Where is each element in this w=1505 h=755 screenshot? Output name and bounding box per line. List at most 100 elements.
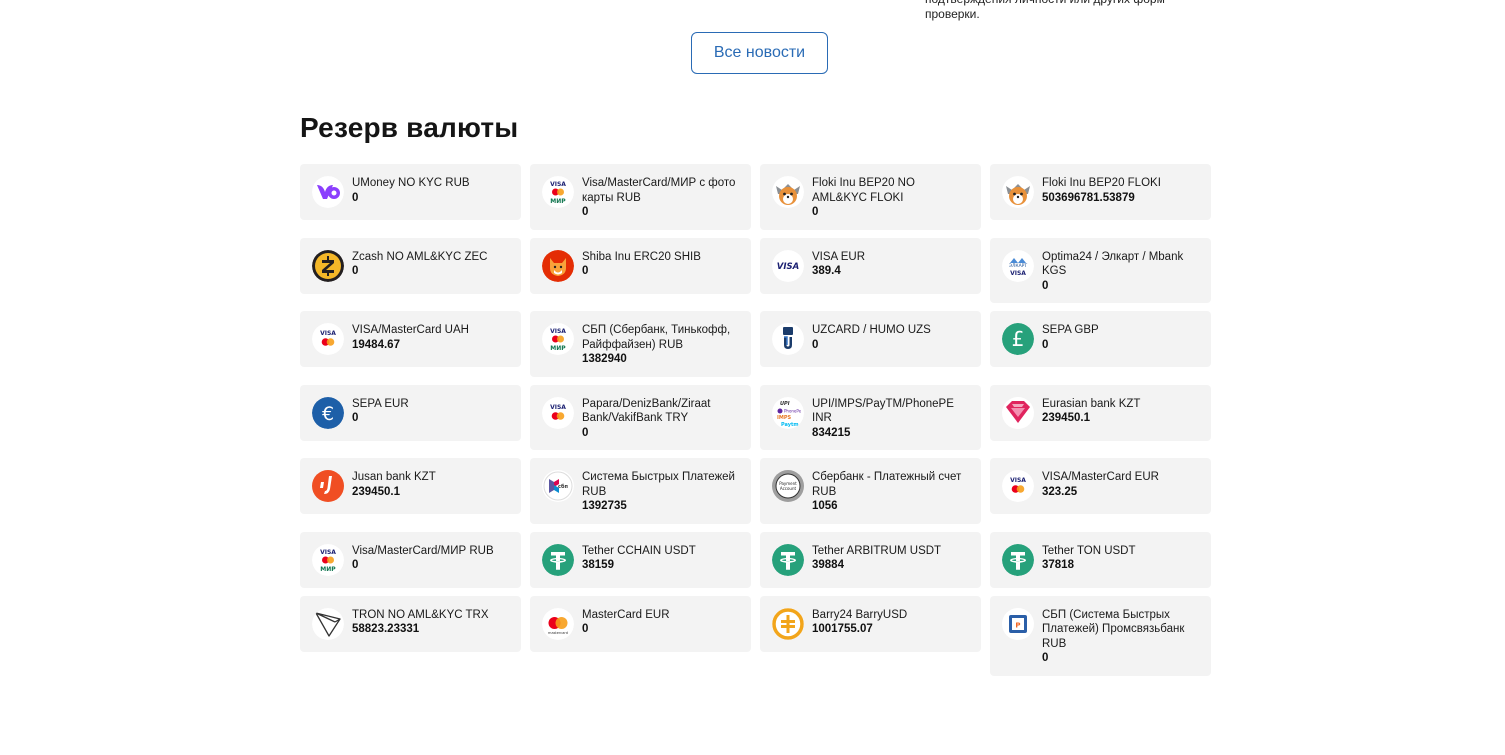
reserve-amount: 39884 — [812, 559, 844, 571]
currency-name: Eurasian bank KZT — [1042, 397, 1141, 410]
reserve-amount: 0 — [352, 559, 359, 571]
currency-name: UPI/IMPS/PayTM/PhonePE INR — [812, 397, 954, 425]
reserve-amount: 0 — [582, 623, 589, 635]
currency-card[interactable]: UZCARD / HUMO UZS 0 — [760, 311, 981, 367]
zcash-icon — [312, 249, 344, 282]
svg-text:£: £ — [1012, 327, 1025, 351]
currency-name: Сбербанк - Платежный счет RUB — [812, 471, 962, 498]
currency-card[interactable]: VISA VISA/MasterCard UAH 19484.67 — [300, 311, 521, 367]
visa-mastercard-icon: VISA — [1002, 470, 1034, 502]
currency-name: Visa/MasterCard/МИР с фото карты RUB — [582, 177, 736, 204]
reserve-amount: 19484.67 — [352, 338, 400, 351]
reserve-amount: 834215 — [812, 426, 851, 439]
currency-card[interactable]: mastercard MasterCard EUR 0 — [530, 595, 751, 652]
reserve-amount: 38159 — [582, 559, 614, 571]
currency-name: TRON NO AML&KYC TRX — [352, 608, 489, 621]
reserve-amount: 0 — [352, 191, 359, 204]
currency-card[interactable]: VISA МИР Visa/MasterCard/МИР с фото карты … — [530, 164, 751, 230]
currency-card[interactable]: Floki Inu BEP20 NO AML&KYC FLOKI 0 — [760, 164, 981, 230]
upi-icon: UPI PhonePe IMPS Paytm — [772, 396, 804, 429]
reserve-amount: 1382940 — [582, 353, 627, 365]
reserve-amount: 1392735 — [582, 500, 627, 512]
svg-text:VISA: VISA — [1010, 477, 1026, 484]
svg-text:Account: Account — [780, 486, 797, 491]
psb-icon: Р — [1002, 607, 1034, 640]
currency-card[interactable]: Tether ARBITRUM USDT 39884 — [760, 531, 981, 588]
currency-name: Система Быстрых Платежей RUB — [582, 471, 735, 498]
all-news-button[interactable]: Все новости — [691, 32, 828, 74]
visa-mastercard-icon: VISA — [312, 323, 344, 355]
svg-text:VISA: VISA — [550, 404, 566, 411]
currency-card[interactable]: £ SEPA GBP 0 — [990, 311, 1211, 367]
floki-icon — [772, 176, 804, 208]
currency-name: СБП (Сбербанк, Тинькофф, Райффайзен) RUB — [582, 324, 731, 351]
currency-card[interactable]: UMoney NO KYC RUB 0 — [300, 164, 521, 220]
currency-card[interactable]: Zcash NO AML&KYC ZEC 0 — [300, 237, 521, 294]
currency-card[interactable]: VISA VISA EUR 389.4 — [760, 237, 981, 294]
visa-mastercard-mir-icon: VISA МИР — [542, 176, 574, 208]
reserve-amount: 0 — [582, 265, 589, 277]
reserve-amount: 0 — [1042, 652, 1049, 664]
reserve-amount: 0 — [352, 412, 359, 424]
currency-card[interactable]: VISA МИР СБП (Сбербанк, Тинькофф, Райффайз… — [530, 311, 751, 377]
reserve-amount: 239450.1 — [352, 485, 400, 498]
currency-card[interactable]: Payment Account Сбербанк - Платежный счет … — [760, 458, 981, 524]
jusan-icon — [312, 470, 344, 502]
currency-name: VISA/MasterCard EUR — [1042, 471, 1159, 483]
payment-account-icon: Payment Account — [772, 470, 804, 502]
uzcard-humo-icon — [772, 323, 804, 355]
currency-name: VISA EUR — [812, 250, 866, 263]
currency-name: SEPA GBP — [1042, 324, 1099, 336]
tron-icon — [312, 607, 344, 640]
currency-card[interactable]: TRON NO AML&KYC TRX 58823.23331 — [300, 595, 521, 652]
currency-card[interactable]: сбп Система Быстрых Платежей RUB 1392735 — [530, 458, 751, 524]
reserve-amount: 239450.1 — [1042, 412, 1090, 424]
currency-card[interactable]: Tether TON USDT 37818 — [990, 531, 1211, 588]
currency-name: Papara/DenizBank/Ziraat Bank/VakifBank T… — [582, 397, 711, 425]
umoney-icon — [312, 176, 344, 208]
currency-card[interactable]: Jusan bank KZT 239450.1 — [300, 458, 521, 514]
tether-icon — [1002, 543, 1034, 576]
currency-card[interactable]: Shiba Inu ERC20 SHIB 0 — [530, 237, 751, 294]
eurasian-icon — [1002, 396, 1034, 429]
currency-name: Optima24 / Элкарт / Mbank KGS — [1042, 250, 1184, 278]
reserve-amount: 389.4 — [812, 265, 841, 277]
currency-card[interactable]: UPI PhonePe IMPS Paytm UPI/IMPS/PayTM/PhoneP… — [760, 384, 981, 450]
barry-icon — [772, 607, 804, 640]
pound-icon: £ — [1002, 323, 1034, 355]
svg-text:IMPS: IMPS — [777, 415, 792, 421]
currency-name: Visa/MasterCard/МИР RUB — [352, 544, 494, 557]
currency-name: Tether TON USDT — [1042, 544, 1136, 557]
currency-card[interactable]: Barry24 BarryUSD 1001755.07 — [760, 595, 981, 652]
currency-card[interactable]: Eurasian bank KZT 239450.1 — [990, 384, 1211, 441]
currency-name: UMoney NO KYC RUB — [352, 177, 470, 189]
currency-card[interactable]: ЭЛКАРТ VISA Optima24 / Элкарт / Mbank KGS 0 — [990, 237, 1211, 303]
currency-card[interactable]: VISA Papara/DenizBank/Ziraat Bank/VakifBa… — [530, 384, 751, 450]
currency-name: MasterCard EUR — [582, 608, 670, 621]
reserve-amount: 0 — [812, 206, 819, 218]
svg-text:UPI: UPI — [780, 401, 790, 407]
visa-mastercard-mir-icon: VISA МИР — [542, 323, 574, 355]
svg-text:VISA: VISA — [777, 262, 799, 272]
reserve-amount: 1001755.07 — [812, 623, 873, 635]
currency-card[interactable]: Р СБП (Система Быстрых Платежей) Промсвяз… — [990, 595, 1211, 676]
svg-text:VISA: VISA — [1010, 270, 1026, 277]
svg-text:VISA: VISA — [550, 328, 566, 335]
currency-card[interactable]: VISA МИР Visa/MasterCard/МИР RUB 0 — [300, 531, 521, 588]
currency-name: СБП (Система Быстрых Платежей) Промсвязь… — [1042, 608, 1185, 650]
visa-icon: VISA — [772, 249, 804, 282]
reserve-amount: 323.25 — [1042, 485, 1078, 498]
currency-card[interactable]: Floki Inu BEP20 FLOKI 503696781.53879 — [990, 164, 1211, 220]
svg-text:VISA: VISA — [320, 549, 336, 556]
currency-reserve-grid: UMoney NO KYC RUB 0 VISA МИР Visa/MasterCard… — [300, 164, 1211, 676]
reserve-amount: 37818 — [1042, 559, 1074, 571]
tether-icon — [772, 543, 804, 576]
currency-name: Floki Inu BEP20 NO AML&KYC FLOKI — [812, 177, 915, 204]
svg-text:ЭЛКАРТ: ЭЛКАРТ — [1009, 263, 1028, 269]
currency-card[interactable]: Tether CCHAIN USDT 38159 — [530, 531, 751, 588]
currency-card[interactable]: € SEPA EUR 0 — [300, 384, 521, 441]
currency-name: VISA/MasterCard UAH — [352, 324, 469, 336]
currency-name: Jusan bank KZT — [352, 471, 436, 483]
currency-card[interactable]: VISA VISA/MasterCard EUR 323.25 — [990, 458, 1211, 514]
svg-text:VISA: VISA — [320, 330, 336, 337]
